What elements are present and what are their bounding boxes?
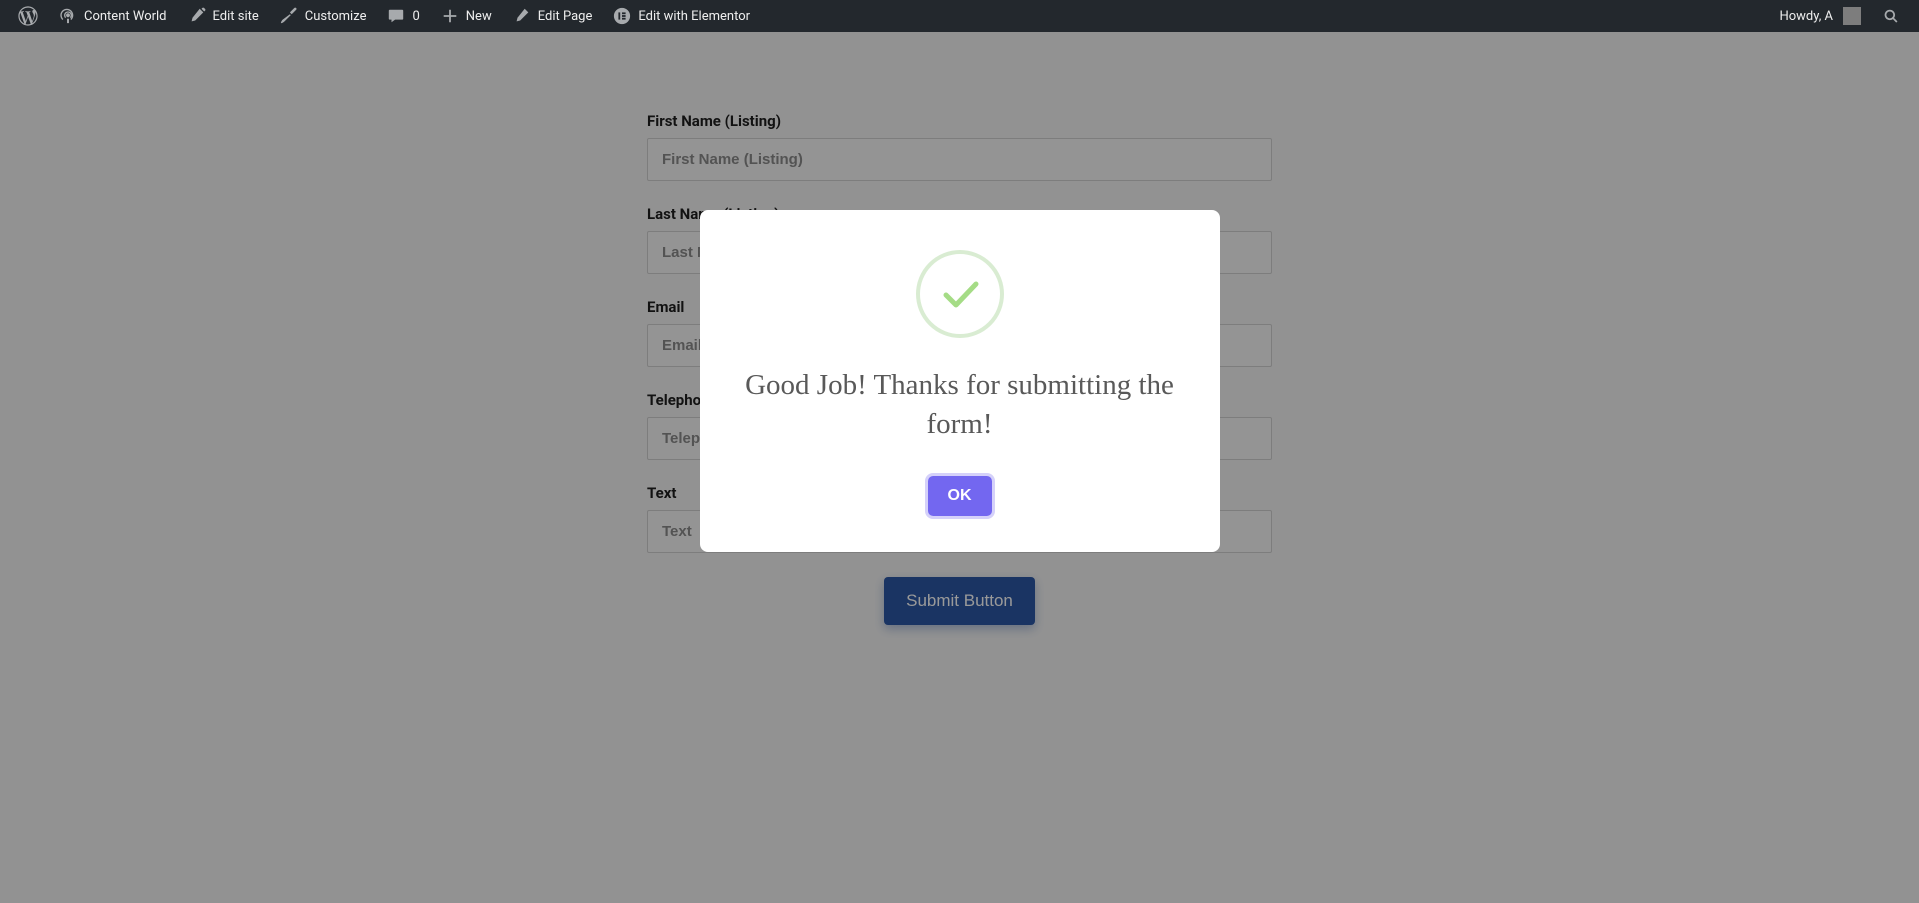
customize-icon xyxy=(279,6,299,26)
customize-link[interactable]: Customize xyxy=(269,0,377,32)
user-menu[interactable]: Howdy, A xyxy=(1769,0,1871,32)
success-modal: Good Job! Thanks for submitting the form… xyxy=(700,210,1220,552)
plus-icon xyxy=(440,6,460,26)
edit-site-icon xyxy=(187,6,207,26)
comment-count: 0 xyxy=(412,9,419,24)
edit-elementor-text: Edit with Elementor xyxy=(638,9,750,24)
edit-elementor-link[interactable]: Edit with Elementor xyxy=(602,0,760,32)
edit-site-link[interactable]: Edit site xyxy=(177,0,269,32)
admin-bar-right: Howdy, A xyxy=(1769,0,1911,32)
wordpress-icon xyxy=(18,6,38,26)
greeting-text: Howdy, A xyxy=(1779,9,1833,24)
wp-logo-menu[interactable] xyxy=(8,0,48,32)
new-content-link[interactable]: New xyxy=(430,0,502,32)
search-toggle[interactable] xyxy=(1871,0,1911,32)
modal-message: Good Job! Thanks for submitting the form… xyxy=(740,366,1180,444)
dashboard-icon xyxy=(58,6,78,26)
comment-icon xyxy=(386,6,406,26)
admin-bar-left: Content World Edit site Customize 0 New xyxy=(8,0,760,32)
new-text: New xyxy=(466,9,492,24)
search-icon xyxy=(1881,6,1901,26)
site-name-link[interactable]: Content World xyxy=(48,0,177,32)
checkmark-icon xyxy=(916,250,1004,338)
wp-admin-bar: Content World Edit site Customize 0 New xyxy=(0,0,1919,32)
site-name-text: Content World xyxy=(84,9,167,24)
edit-page-text: Edit Page xyxy=(538,9,593,24)
edit-site-text: Edit site xyxy=(213,9,259,24)
elementor-icon xyxy=(612,6,632,26)
avatar xyxy=(1843,7,1861,25)
customize-text: Customize xyxy=(305,9,367,24)
comments-link[interactable]: 0 xyxy=(376,0,429,32)
ok-button[interactable]: OK xyxy=(928,476,992,516)
pencil-icon xyxy=(512,6,532,26)
edit-page-link[interactable]: Edit Page xyxy=(502,0,603,32)
